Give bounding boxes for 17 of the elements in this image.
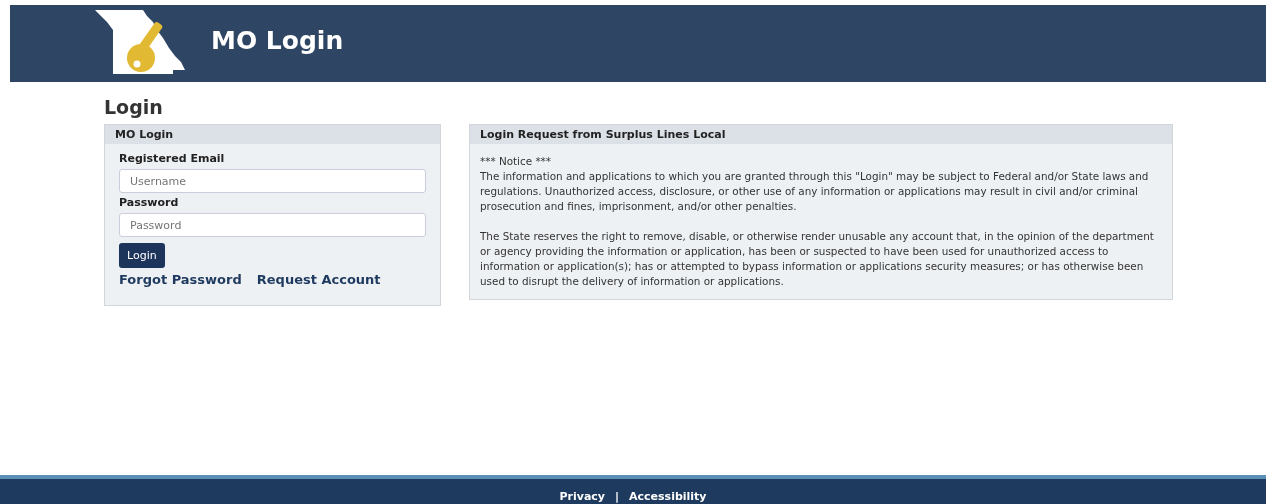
account-link[interactable]: Forgot Password <box>119 272 242 287</box>
panel-header: Login Request from Surplus Lines Local <box>470 125 1172 144</box>
email-label: Registered Email <box>119 152 226 165</box>
link-separator: | <box>615 490 620 503</box>
username-field[interactable]: Username <box>119 169 426 193</box>
notice-paragraph: The State reserves the right to remove, disable, or otherwise render unusable any account that, in the opinion of the department or agency providing the information or application, has been or suspected to have been used for unauthorized access to information or application(s); has or attempted to bypass information or applications security measures; or has otherwise been used to disrupt the delivery of information or applications. <box>480 229 1155 289</box>
password-field[interactable]: Password <box>119 213 426 237</box>
password-label: Password <box>119 196 180 209</box>
account-link[interactable]: Request Account <box>256 272 381 287</box>
site-title: MO Login <box>211 26 344 55</box>
notice-paragraph: The information and applications to which you are granted through this "Login" may be subject to Federal and/or State laws and regulations. Unauthorized access, disclosure, or other use of any information or applications may result in civil and/or criminal prosecution and fines, imprisonment, and/or other penalties. <box>480 169 1150 214</box>
login-button[interactable]: Login <box>119 243 165 268</box>
footer-link[interactable]: Privacy <box>559 490 605 503</box>
panel-header: MO Login <box>105 125 440 144</box>
notice-heading: *** Notice *** <box>480 154 552 169</box>
footer-link[interactable]: Accessibility <box>629 490 707 503</box>
page-title: Login <box>104 96 164 118</box>
